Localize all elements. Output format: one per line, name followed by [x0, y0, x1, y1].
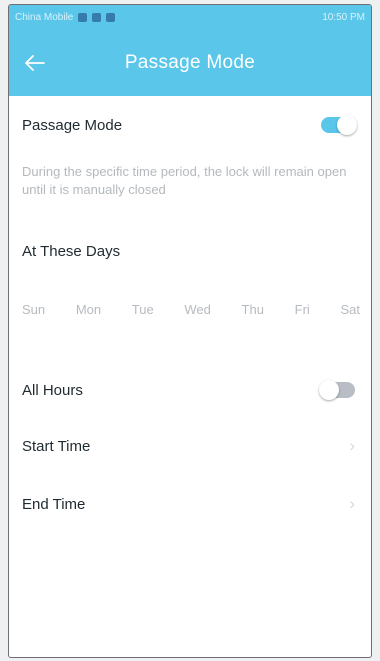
- chevron-right-icon: ›: [349, 494, 355, 513]
- phone-screen: China Mobile 10:50 PM Passage Mode Passa…: [8, 4, 372, 658]
- day-thu[interactable]: Thu: [237, 298, 269, 321]
- toggle-knob: [337, 115, 357, 135]
- notification-icon: [78, 13, 88, 22]
- status-right: 10:50 PM: [322, 12, 365, 23]
- day-sat[interactable]: Sat: [335, 298, 365, 321]
- passage-mode-toggle[interactable]: [321, 115, 357, 135]
- start-time-row[interactable]: Start Time ›: [9, 426, 371, 466]
- carrier-text: China Mobile: [15, 12, 74, 23]
- passage-mode-row: Passage Mode: [9, 105, 371, 145]
- day-fri[interactable]: Fri: [290, 298, 315, 321]
- days-heading: At These Days: [22, 242, 121, 260]
- all-hours-toggle[interactable]: [319, 380, 355, 400]
- app-bar: Passage Mode: [9, 30, 371, 96]
- day-mon[interactable]: Mon: [71, 298, 106, 321]
- passage-mode-label: Passage Mode: [22, 116, 123, 134]
- days-heading-row: At These Days: [9, 231, 371, 271]
- status-bar: China Mobile 10:50 PM: [9, 5, 371, 30]
- notification-icon: [92, 13, 102, 22]
- start-time-label: Start Time: [22, 437, 91, 455]
- all-hours-label: All Hours: [22, 381, 83, 399]
- status-left: China Mobile: [15, 12, 116, 23]
- day-sun[interactable]: Sun: [17, 298, 50, 321]
- notification-icon: [106, 13, 116, 22]
- all-hours-row: All Hours: [9, 370, 371, 410]
- end-time-label: End Time: [22, 495, 86, 513]
- day-tue[interactable]: Tue: [127, 298, 159, 321]
- arrow-left-icon: [25, 55, 45, 71]
- page-title: Passage Mode: [124, 52, 256, 73]
- chevron-right-icon: ›: [349, 436, 355, 455]
- day-wed[interactable]: Wed: [179, 298, 216, 321]
- end-time-row[interactable]: End Time ›: [9, 484, 371, 524]
- day-selector: Sun Mon Tue Wed Thu Fri Sat: [17, 298, 365, 321]
- passage-mode-description: During the specific time period, the loc…: [22, 164, 347, 197]
- toggle-knob: [319, 380, 339, 400]
- clock-text: 10:50 PM: [322, 12, 365, 23]
- back-button[interactable]: [19, 48, 51, 78]
